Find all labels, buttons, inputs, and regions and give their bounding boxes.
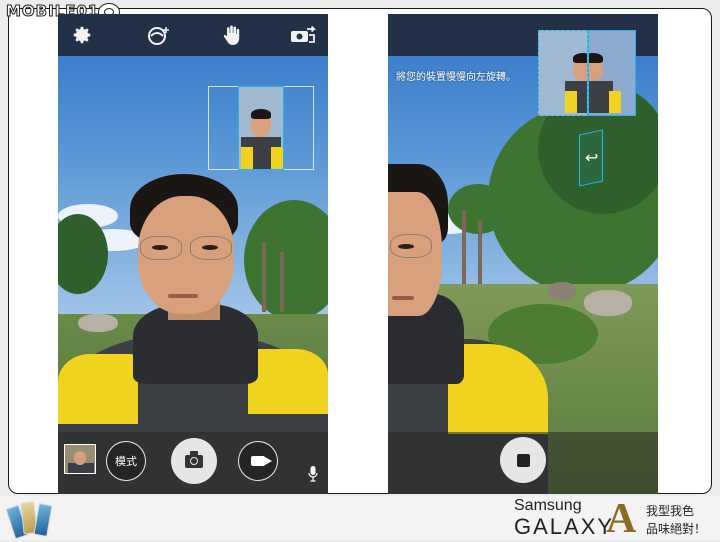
left-camera-screen: 模式 xyxy=(58,14,328,494)
galaxy-wordmark: GALAXY xyxy=(514,514,615,539)
slogan-line-1: 我型我色 xyxy=(646,504,695,518)
slogan-line-2: 品味絕對！ xyxy=(646,522,707,536)
galaxy-phones-image xyxy=(5,500,54,540)
video-camera-icon xyxy=(251,456,272,466)
camera-icon xyxy=(185,450,203,468)
record-video-button[interactable] xyxy=(238,441,278,481)
mode-button[interactable]: 模式 xyxy=(106,441,146,481)
shutter-button[interactable] xyxy=(171,438,217,484)
right-camera-screen: 將您的裝置慢慢向左旋轉。 ↩ xyxy=(388,14,658,494)
mode-label: 模式 xyxy=(115,455,137,468)
camera-bottom-bar: 模式 xyxy=(58,432,328,494)
stop-icon xyxy=(516,453,530,467)
panorama-captured-preview xyxy=(538,30,588,116)
galaxy-a-logo: A xyxy=(606,496,637,542)
camera-top-bar xyxy=(58,14,328,56)
gallery-thumbnail[interactable] xyxy=(64,444,96,474)
microphone-icon[interactable] xyxy=(308,466,318,486)
rotate-left-arrow-icon: ↩ xyxy=(585,148,599,167)
camera-bottom-bar xyxy=(388,432,658,494)
samsung-wordmark: Samsung xyxy=(514,497,582,514)
panorama-mode-icon[interactable] xyxy=(146,24,170,46)
panorama-preview xyxy=(238,86,284,170)
hand-icon[interactable] xyxy=(220,24,244,46)
switch-camera-icon[interactable] xyxy=(288,24,318,46)
stop-button[interactable] xyxy=(500,437,546,483)
gear-icon[interactable] xyxy=(70,24,94,46)
rotate-hint: 將您的裝置慢慢向左旋轉。 xyxy=(396,72,516,83)
panorama-current-preview xyxy=(588,30,636,116)
